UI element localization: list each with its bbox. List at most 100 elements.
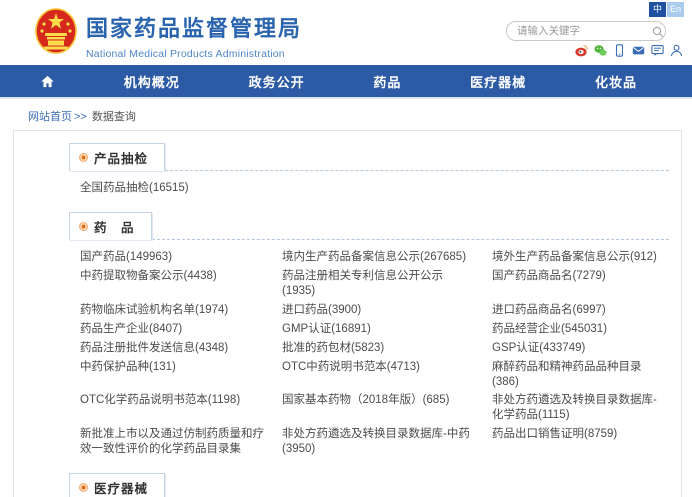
data-link[interactable]: GMP认证(16891)	[282, 323, 371, 335]
breadcrumb-current: 数据查询	[91, 111, 136, 123]
national-emblem-logo	[34, 7, 78, 55]
link-cell: 药品注册相关专利信息公开公示(1935)	[282, 267, 478, 301]
search-box	[506, 21, 666, 41]
site-subtitle: National Medical Products Administration	[86, 48, 285, 60]
data-link[interactable]: 全国药品抽检(16515)	[80, 182, 189, 194]
section-header: 药 品	[69, 211, 669, 240]
main-nav: 机构概况 政务公开 药品 医疗器械 化妆品	[0, 65, 692, 99]
mail-icon[interactable]	[632, 44, 645, 57]
lang-en-button[interactable]: En	[667, 2, 684, 17]
link-cell: 药品经营企业(545031)	[492, 320, 669, 339]
site-header: 国家药品监督管理局 National Medical Products Admi…	[0, 0, 692, 65]
data-link[interactable]: 药物临床试验机构名单(1974)	[80, 304, 228, 316]
data-link[interactable]: 批准的药包材(5823)	[282, 342, 384, 354]
data-link[interactable]: 境内生产药品备案信息公示(267685)	[282, 251, 466, 263]
section-header: 医疗器械	[69, 473, 669, 497]
data-link[interactable]: 药品注册相关专利信息公开公示(1935)	[282, 270, 443, 297]
section: 医疗器械国产医疗器械产品（注册）(83739)国产器械（历史数据）(182669…	[69, 473, 669, 497]
data-link[interactable]: OTC化学药品说明书范本(1198)	[80, 394, 240, 406]
link-cell: 药品出口销售证明(8759)	[492, 425, 669, 459]
wechat-icon[interactable]	[594, 44, 607, 57]
breadcrumb: 网站首页 >> 数据查询	[0, 99, 692, 130]
nav-item-orgnization[interactable]: 机构概况	[124, 72, 180, 91]
data-link[interactable]: 国家基本药物（2018年版）(685)	[282, 394, 449, 406]
site-title: 国家药品监督管理局	[86, 16, 303, 41]
link-cell: GMP认证(16891)	[282, 320, 478, 339]
home-icon	[41, 75, 54, 87]
nav-item-medical-devices[interactable]: 医疗器械	[470, 72, 526, 91]
breadcrumb-home-link[interactable]: 网站首页	[28, 111, 72, 123]
section-dashed-rule	[151, 212, 669, 240]
search-input[interactable]	[517, 25, 652, 37]
link-cell: 药品注册批件发送信息(4348)	[80, 339, 268, 358]
nav-item-drugs[interactable]: 药品	[373, 72, 401, 91]
link-cell: GSP认证(433749)	[492, 339, 669, 358]
link-cell: OTC化学药品说明书范本(1198)	[80, 391, 268, 425]
link-cell: 境内生产药品备案信息公示(267685)	[282, 248, 478, 267]
nav-home[interactable]	[40, 74, 55, 89]
link-cell: 药品生产企业(8407)	[80, 320, 268, 339]
data-link[interactable]: 中药保护品种(131)	[80, 361, 176, 373]
language-toggle: 中 En	[649, 2, 684, 17]
section-title: 产品抽检	[94, 152, 149, 166]
data-link[interactable]: 药品注册批件发送信息(4348)	[80, 342, 228, 354]
nmpa-data-query-page: 国家药品监督管理局 National Medical Products Admi…	[0, 0, 692, 497]
link-cell: 国家基本药物（2018年版）(685)	[282, 391, 478, 425]
link-cell: 新批准上市以及通过仿制药质量和疗效一致性评价的化学药品目录集	[80, 425, 268, 459]
link-cell: 全国药品抽检(16515)	[80, 179, 268, 198]
section: 药 品国产药品(149963) 境内生产药品备案信息公示(267685) 境外生产药…	[69, 211, 669, 469]
data-link[interactable]: 药品经营企业(545031)	[492, 323, 607, 335]
mobile-icon[interactable]	[613, 44, 626, 57]
link-cell	[492, 179, 669, 198]
section-links-grid: 国产药品(149963) 境内生产药品备案信息公示(267685) 境外生产药品备案…	[69, 240, 669, 469]
section: 产品抽检全国药品抽检(16515)	[69, 143, 669, 208]
section-bullet-icon	[79, 153, 88, 162]
section-title: 医疗器械	[94, 482, 149, 497]
data-link[interactable]: 境外生产药品备案信息公示(912)	[492, 251, 657, 263]
section-header: 产品抽检	[69, 143, 669, 171]
section-bullet-icon	[79, 483, 88, 493]
data-link[interactable]: 进口药品商品名(6997)	[492, 304, 606, 316]
section-dashed-rule	[165, 143, 669, 171]
link-cell: 中药提取物备案公示(4438)	[80, 267, 268, 301]
section-dashed-rule	[165, 473, 669, 497]
data-link[interactable]: 中药提取物备案公示(4438)	[80, 270, 217, 282]
data-link[interactable]: GSP认证(433749)	[492, 342, 585, 354]
brand-block: 国家药品监督管理局 National Medical Products Admi…	[86, 11, 302, 60]
data-query-panel: 产品抽检全国药品抽检(16515) 药 品国产药品(149963) 境内生产药品备案…	[13, 130, 682, 497]
message-icon[interactable]	[651, 44, 664, 57]
data-link[interactable]: 非处方药遴选及转换目录数据库-化学药品(1115)	[492, 394, 657, 421]
link-cell: 麻醉药品和精神药品品种目录(386)	[492, 358, 669, 392]
social-icon-bar	[575, 44, 683, 57]
link-cell: 非处方药遴选及转换目录数据库-中药(3950)	[282, 425, 478, 459]
link-cell: 国产药品(149963)	[80, 248, 268, 267]
link-cell: 批准的药包材(5823)	[282, 339, 478, 358]
link-cell: 中药保护品种(131)	[80, 358, 268, 392]
weibo-icon[interactable]	[575, 44, 588, 57]
nav-item-cosmetics[interactable]: 化妆品	[595, 72, 637, 91]
section-title: 药 品	[94, 220, 135, 235]
section-tab: 药 品	[69, 211, 152, 240]
data-link[interactable]: 国产药品(149963)	[80, 251, 172, 263]
section-bullet-icon	[79, 221, 88, 231]
data-link[interactable]: 进口药品(3900)	[282, 304, 361, 316]
data-link[interactable]: 药品生产企业(8407)	[80, 323, 182, 335]
section-links-grid: 全国药品抽检(16515)	[69, 171, 669, 208]
link-cell: 境外生产药品备案信息公示(912)	[492, 248, 669, 267]
nav-item-gov-affairs[interactable]: 政务公开	[249, 72, 305, 91]
data-link[interactable]: OTC中药说明书范本(4713)	[282, 361, 420, 373]
section-tab: 医疗器械	[69, 473, 166, 497]
breadcrumb-separator: >>	[74, 111, 87, 123]
link-cell: 进口药品商品名(6997)	[492, 301, 669, 320]
link-cell: 药物临床试验机构名单(1974)	[80, 301, 268, 320]
user-icon[interactable]	[670, 44, 683, 57]
data-link[interactable]: 药品出口销售证明(8759)	[492, 428, 617, 440]
data-link[interactable]: 非处方药遴选及转换目录数据库-中药(3950)	[282, 428, 470, 455]
search-icon[interactable]	[652, 25, 664, 38]
section-tab: 产品抽检	[69, 143, 166, 171]
data-link[interactable]: 新批准上市以及通过仿制药质量和疗效一致性评价的化学药品目录集	[80, 428, 264, 455]
data-link[interactable]: 国产药品商品名(7279)	[492, 270, 606, 282]
link-cell: OTC中药说明书范本(4713)	[282, 358, 478, 392]
lang-zh-button[interactable]: 中	[649, 2, 666, 17]
data-link[interactable]: 麻醉药品和精神药品品种目录(386)	[492, 361, 642, 388]
